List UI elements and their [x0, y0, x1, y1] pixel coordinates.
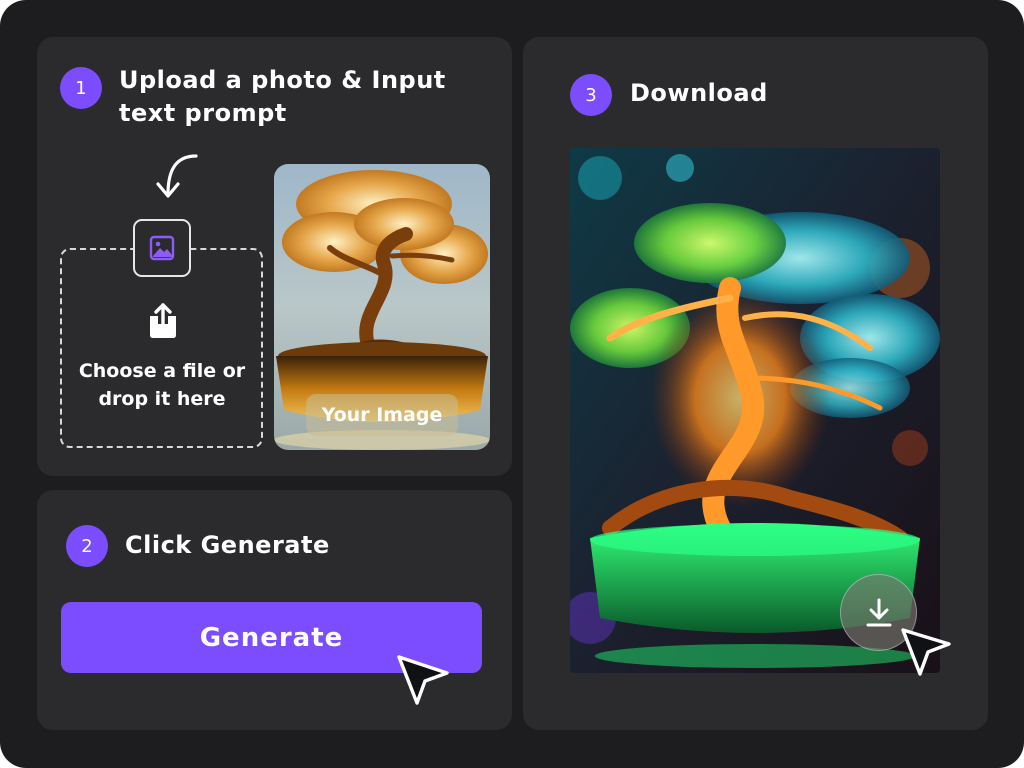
step-1-title-line-1: Upload a photo & Input — [119, 66, 446, 94]
dropzone-text-line-2: drop it here — [98, 388, 226, 410]
step-3-number: 3 — [585, 84, 597, 106]
step-3-title: Download — [630, 79, 768, 107]
step-2-number: 2 — [81, 535, 93, 557]
mouse-cursor-icon — [397, 655, 449, 705]
dropzone-text: Choose a file or drop it here — [62, 357, 262, 413]
image-icon — [133, 219, 191, 277]
dropzone-text-line-1: Choose a file or — [78, 360, 246, 382]
step-3-badge: 3 — [570, 74, 612, 116]
curved-arrow-down-icon — [156, 154, 198, 198]
mouse-cursor-icon — [901, 628, 951, 676]
download-icon — [866, 598, 891, 626]
step-1-title-line-2: text prompt — [119, 99, 287, 127]
step-2-badge: 2 — [66, 525, 108, 567]
step-1-badge: 1 — [60, 67, 102, 109]
app-frame: 1 Upload a photo & Input text prompt Cho… — [0, 0, 1024, 768]
step-1-number: 1 — [75, 77, 87, 99]
step-2-title: Click Generate — [125, 531, 330, 559]
file-dropzone[interactable] — [60, 248, 263, 448]
upload-icon — [150, 303, 176, 338]
your-image-label: Your Image — [306, 394, 458, 436]
step-1-title: Upload a photo & Input text prompt — [119, 64, 499, 130]
